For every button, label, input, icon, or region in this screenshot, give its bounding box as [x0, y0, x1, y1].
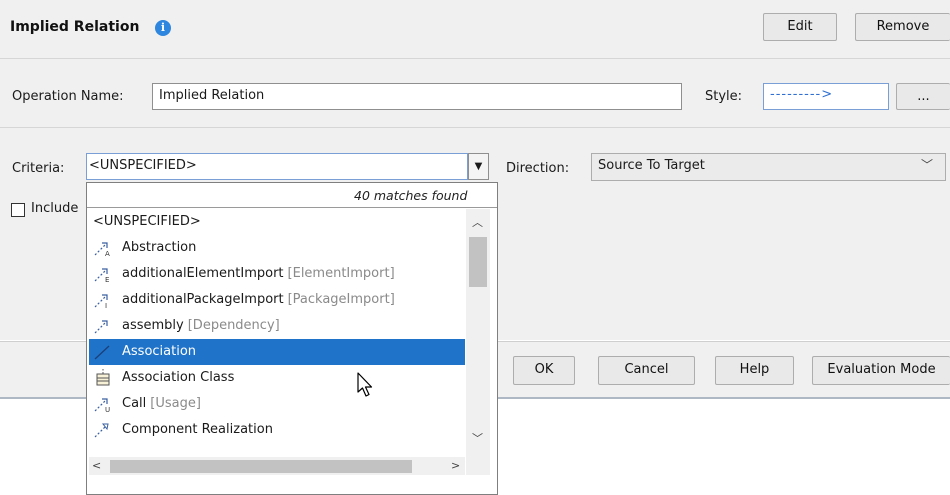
list-item[interactable]: Association Class	[89, 365, 465, 391]
svg-text:U: U	[105, 406, 110, 413]
list-item[interactable]: U Call [Usage]	[89, 391, 465, 417]
list-item-name: Component Realization	[122, 422, 273, 437]
include-label: Include	[31, 201, 79, 216]
page-title: Implied Relation	[10, 19, 140, 35]
association-class-icon	[96, 369, 110, 386]
remove-button[interactable]: Remove	[855, 13, 950, 41]
chevron-right-icon[interactable]: >	[451, 459, 460, 472]
operation-name-label: Operation Name:	[12, 89, 124, 104]
svg-text:A: A	[105, 250, 110, 257]
evaluation-mode-button[interactable]: Evaluation Mode	[812, 356, 950, 385]
direction-select[interactable]: Source To Target	[591, 153, 946, 181]
style-label: Style:	[705, 89, 743, 104]
list-item-selected[interactable]: Association	[89, 339, 465, 365]
component-realization-icon	[94, 423, 109, 438]
list-item[interactable]: assembly [Dependency]	[89, 313, 465, 339]
chevron-down-icon: ﹀	[921, 158, 934, 172]
scrollbar-corner	[466, 457, 490, 475]
ok-button[interactable]: OK	[513, 356, 575, 385]
list-item-name: Association	[122, 344, 197, 359]
list-item-name: Association Class	[122, 370, 235, 385]
list-item[interactable]: I additionalPackageImport [PackageImport]	[89, 287, 465, 313]
svg-text:I: I	[105, 302, 107, 309]
chevron-down-icon[interactable]: ﹀	[472, 430, 483, 446]
chevron-left-icon[interactable]: <	[92, 459, 101, 472]
package-import-icon: I	[94, 294, 108, 309]
operation-name-input[interactable]: Implied Relation	[152, 83, 682, 110]
svg-text:E: E	[105, 276, 109, 283]
list-item-name: assembly [Dependency]	[122, 318, 280, 333]
usage-icon: U	[94, 398, 110, 413]
direction-label: Direction:	[506, 161, 570, 176]
matches-count: 40 matches found	[354, 188, 468, 203]
help-button[interactable]: Help	[715, 356, 794, 385]
list-item[interactable]: A Abstraction	[89, 235, 465, 261]
info-icon[interactable]: i	[155, 20, 171, 36]
list-item[interactable]: Component Realization	[89, 417, 465, 443]
list-item-name: Abstraction	[122, 240, 197, 255]
style-more-button[interactable]: ...	[896, 83, 950, 110]
cancel-button[interactable]: Cancel	[598, 356, 695, 385]
list-item-name: <UNSPECIFIED>	[93, 214, 201, 229]
abstraction-icon: A	[94, 242, 110, 257]
divider	[87, 207, 497, 208]
include-checkbox[interactable]	[11, 203, 25, 217]
criteria-dropdown-button[interactable]: ▼	[468, 153, 489, 180]
list-item-name: Call [Usage]	[122, 396, 201, 411]
criteria-input[interactable]: <UNSPECIFIED>	[86, 153, 468, 180]
criteria-list: <UNSPECIFIED> A Abstraction E additional…	[89, 209, 465, 457]
element-import-icon: E	[94, 268, 109, 283]
horizontal-scroll-thumb[interactable]	[110, 460, 412, 473]
list-item-name: additionalPackageImport [PackageImport]	[122, 292, 395, 307]
list-item[interactable]: <UNSPECIFIED>	[89, 209, 465, 235]
list-item-name: additionalElementImport [ElementImport]	[122, 266, 395, 281]
chevron-up-icon[interactable]: ︿	[472, 214, 483, 230]
vertical-scroll-thumb[interactable]	[469, 237, 487, 287]
dependency-icon	[94, 320, 108, 334]
list-item[interactable]: E additionalElementImport [ElementImport]	[89, 261, 465, 287]
association-icon	[94, 345, 110, 360]
style-preview[interactable]: --------->	[763, 83, 889, 110]
mouse-cursor-icon	[357, 372, 373, 397]
edit-button[interactable]: Edit	[763, 13, 837, 41]
criteria-label: Criteria:	[12, 161, 65, 176]
